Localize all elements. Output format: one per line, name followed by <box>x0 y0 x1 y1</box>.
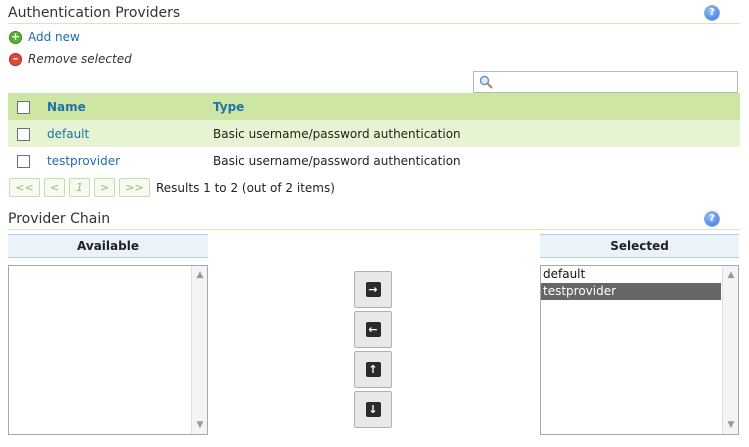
provider-name-link[interactable]: default <box>47 127 89 141</box>
row-checkbox[interactable] <box>17 127 30 141</box>
remove-selected-button[interactable]: – Remove selected <box>9 52 132 66</box>
name-cell: default <box>39 120 213 147</box>
add-new-button[interactable]: + Add new <box>9 30 80 44</box>
scroll-up-icon[interactable]: ▲ <box>723 268 738 282</box>
row-checkbox-cell <box>8 120 39 147</box>
pagination: << < 1 > >> Results 1 to 2 (out of 2 ite… <box>9 178 335 197</box>
search-icon <box>479 75 493 89</box>
provider-type: Basic username/password authentication <box>213 153 461 168</box>
list-option[interactable]: default <box>541 266 721 283</box>
help-icon[interactable]: ? <box>705 212 719 226</box>
scroll-down-icon[interactable]: ▼ <box>723 418 738 432</box>
help-icon[interactable]: ? <box>705 6 719 20</box>
providers-table: Name Type default Basic username/passwor… <box>8 93 740 174</box>
table-row: default Basic username/password authenti… <box>8 120 740 147</box>
scroll-up-icon[interactable]: ▲ <box>192 268 207 282</box>
row-checkbox-cell <box>8 147 39 174</box>
arrow-right-icon: → <box>365 282 381 297</box>
scrollbar[interactable]: ▲ ▼ <box>722 266 738 434</box>
arrow-down-icon: ↓ <box>365 402 381 417</box>
move-left-button[interactable]: ← <box>354 311 392 348</box>
section-divider <box>8 23 740 24</box>
available-header: Available <box>8 234 208 258</box>
results-info: Results 1 to 2 (out of 2 items) <box>156 180 335 195</box>
scrollbar[interactable]: ▲ ▼ <box>191 266 207 434</box>
prev-page-button[interactable]: < <box>44 178 65 197</box>
table-row: testprovider Basic username/password aut… <box>8 147 740 174</box>
select-all-cell <box>8 93 39 120</box>
arrow-up-icon: ↑ <box>365 362 381 377</box>
column-header-name[interactable]: Name <box>39 93 213 120</box>
scroll-down-icon[interactable]: ▼ <box>192 418 207 432</box>
move-right-button[interactable]: → <box>354 271 392 308</box>
search-box <box>473 71 738 93</box>
section-divider <box>8 229 740 230</box>
page-number-button[interactable]: 1 <box>69 178 90 197</box>
selected-header: Selected <box>540 234 739 258</box>
provider-name-link[interactable]: testprovider <box>47 154 120 168</box>
list-option-selected[interactable]: testprovider <box>541 283 721 300</box>
row-checkbox[interactable] <box>17 154 30 168</box>
provider-type: Basic username/password authentication <box>213 120 740 147</box>
add-new-label: Add new <box>28 30 80 44</box>
available-list[interactable]: ▲ ▼ <box>8 265 208 435</box>
selected-list[interactable]: default testprovider ▲ ▼ <box>540 265 739 435</box>
plus-icon: + <box>9 29 22 44</box>
name-cell: testprovider <box>39 147 213 174</box>
move-down-button[interactable]: ↓ <box>354 391 392 428</box>
auth-providers-title: Authentication Providers <box>8 5 181 21</box>
column-header-type[interactable]: Type <box>213 93 740 120</box>
move-up-button[interactable]: ↑ <box>354 351 392 388</box>
remove-selected-label: Remove selected <box>28 52 132 66</box>
table-header-row: Name Type <box>8 93 740 120</box>
provider-chain-title: Provider Chain <box>8 211 111 227</box>
select-all-checkbox[interactable] <box>17 100 30 114</box>
search-input[interactable] <box>496 73 734 91</box>
last-page-button[interactable]: >> <box>119 178 150 197</box>
next-page-button[interactable]: > <box>94 178 115 197</box>
minus-icon: – <box>9 52 22 66</box>
arrow-left-icon: ← <box>365 322 381 337</box>
first-page-button[interactable]: << <box>9 178 40 197</box>
